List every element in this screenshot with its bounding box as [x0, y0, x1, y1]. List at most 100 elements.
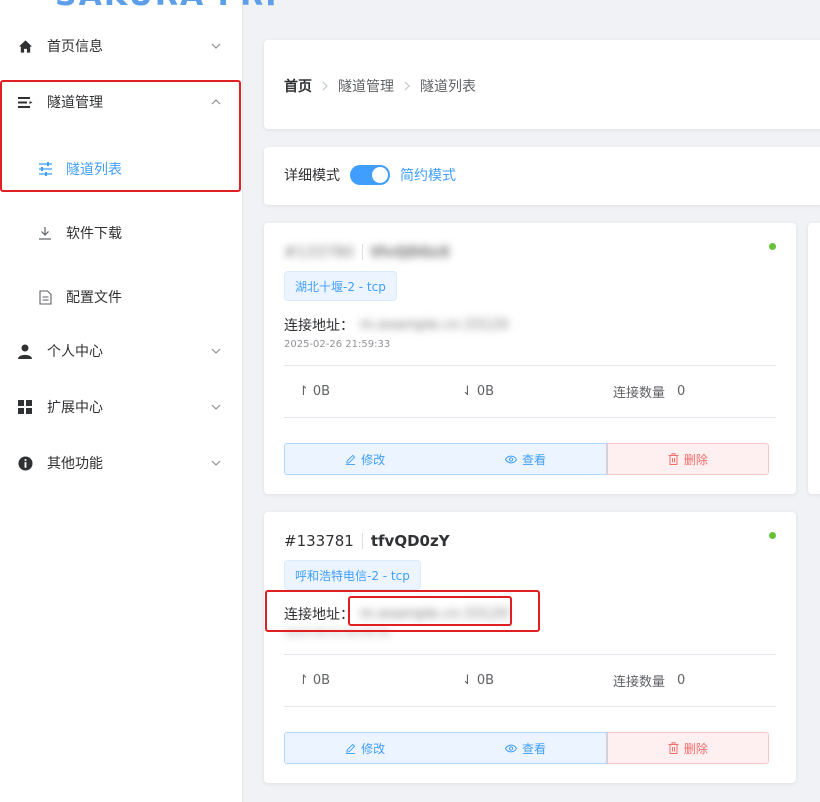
breadcrumb-home[interactable]: 首页 [284, 76, 312, 96]
conn-label: 连接数量 [613, 385, 666, 401]
user-icon [17, 343, 33, 359]
tunnel-header: #133781 tfvQD0zY [284, 532, 450, 550]
edit-icon [345, 454, 356, 465]
chevron-down-icon [210, 401, 222, 413]
connection-count: 连接数量 0 [613, 671, 685, 690]
breadcrumb-tunnel-list: 隧道列表 [420, 79, 476, 95]
created-time: 2025-04-21 00:00:50 [284, 628, 391, 639]
sidebar-item-label: 扩展中心 [47, 400, 103, 416]
delete-label: 删除 [683, 741, 708, 756]
sidebar-item-home[interactable]: 首页信息 [0, 22, 242, 70]
view-label: 查看 [521, 741, 546, 756]
sidebar-item-other[interactable]: 其他功能 [0, 439, 242, 487]
sidebar-subitem-config[interactable]: 配置文件 [0, 272, 242, 322]
download-value: 0B [476, 383, 495, 399]
sidebar-item-label: 个人中心 [47, 344, 103, 360]
download-stat: ⇃ 0B [462, 673, 494, 688]
breadcrumb-tunnels[interactable]: 隧道管理 [338, 76, 394, 96]
view-button[interactable]: 查看 [445, 732, 607, 764]
sidebar-item-extensions[interactable]: 扩展中心 [0, 383, 242, 431]
app-logo: SAKURA FRP [55, 0, 289, 13]
mode-switch[interactable] [350, 165, 390, 185]
divider [284, 706, 776, 707]
tunnel-name: tfvQD0zX [370, 243, 451, 261]
upload-stat: ↾ 0B [298, 384, 330, 399]
chevron-right-icon [322, 81, 328, 91]
breadcrumb: 首页 隧道管理 隧道列表 [284, 76, 476, 96]
tunnel-header: #133780 tfvQD0zX [284, 243, 450, 261]
download-arrow-icon: ⇃ [462, 672, 473, 688]
mode-simple-label: 简约模式 [400, 168, 456, 184]
address-value: m.example.cn:33120 [360, 606, 509, 622]
eye-icon [504, 455, 517, 464]
breadcrumb-card: 首页 隧道管理 隧道列表 [264, 40, 820, 129]
created-time: 2025-02-26 21:59:33 [284, 339, 391, 350]
download-arrow-icon: ⇃ [462, 383, 473, 399]
sliders-icon [37, 161, 53, 177]
conn-value: 0 [677, 383, 686, 399]
chevron-down-icon [210, 457, 222, 469]
tunnel-id: #133780 [284, 243, 354, 261]
divider [284, 417, 776, 418]
conn-label: 连接数量 [613, 674, 666, 690]
node-tag: 湖北十堰-2 - tcp [284, 271, 397, 301]
divider [361, 533, 363, 549]
sidebar: SAKURA FRP 首页信息 隧道管理 隧道列表 软件下载 [0, 0, 287, 802]
tunnel-card-partial [808, 223, 820, 494]
sidebar-item-tunnels[interactable]: 隧道管理 [0, 78, 242, 126]
node-tag: 呼和浩特电信-2 - tcp [284, 560, 421, 590]
sidebar-item-label: 其他功能 [47, 456, 103, 472]
connection-address: 连接地址： m.example.cn:33120 [284, 604, 509, 624]
mode-toggle-bar: 详细模式 简约模式 [284, 165, 456, 185]
upload-stat: ↾ 0B [298, 673, 330, 688]
chevron-up-icon [210, 96, 222, 108]
tunnel-id: #133781 [284, 532, 354, 550]
download-icon [37, 225, 53, 241]
mode-card: 详细模式 简约模式 [264, 147, 820, 205]
delete-button[interactable]: 删除 [606, 732, 769, 764]
delete-button[interactable]: 删除 [606, 443, 769, 475]
tunnel-stats: ↾ 0B ⇃ 0B 连接数量 0 [284, 654, 776, 706]
tunnel-actions: 修改 查看 删除 [284, 443, 769, 475]
tunnel-card: #133781 tfvQD0zY 呼和浩特电信-2 - tcp 连接地址： m.… [264, 512, 796, 783]
divider [361, 244, 363, 260]
view-button[interactable]: 查看 [445, 443, 607, 475]
sidebar-subitem-download[interactable]: 软件下载 [0, 208, 242, 258]
sidebar-subitem-label: 软件下载 [66, 226, 122, 242]
upload-arrow-icon: ↾ [298, 672, 309, 688]
status-dot [769, 532, 776, 539]
edit-label: 修改 [361, 452, 386, 467]
sidebar-subitem-tunnel-list[interactable]: 隧道列表 [0, 144, 242, 194]
sidebar-item-label: 隧道管理 [47, 95, 103, 111]
tunnel-name: tfvQD0zY [370, 532, 450, 550]
download-value: 0B [476, 672, 495, 688]
file-icon [37, 289, 53, 305]
edit-label: 修改 [361, 741, 386, 756]
trash-icon [668, 742, 679, 754]
status-dot [769, 243, 776, 250]
edit-button[interactable]: 修改 [284, 732, 446, 764]
connection-count: 连接数量 0 [613, 382, 685, 401]
upload-value: 0B [312, 672, 331, 688]
tunnel-actions: 修改 查看 删除 [284, 732, 769, 764]
address-label: 连接地址： [284, 607, 354, 623]
view-label: 查看 [521, 452, 546, 467]
upload-arrow-icon: ↾ [298, 383, 309, 399]
edit-icon [345, 743, 356, 754]
tunnel-card: #133780 tfvQD0zX 湖北十堰-2 - tcp 连接地址： m.ex… [264, 223, 796, 494]
tunnel-stats: ↾ 0B ⇃ 0B 连接数量 0 [284, 365, 776, 417]
home-icon [17, 38, 33, 54]
info-icon [17, 455, 33, 471]
grid-icon [17, 399, 33, 415]
trash-icon [668, 453, 679, 465]
sidebar-item-user[interactable]: 个人中心 [0, 327, 242, 375]
sidebar-subitem-label: 隧道列表 [66, 162, 122, 178]
mode-detailed-label: 详细模式 [284, 168, 340, 184]
upload-value: 0B [312, 383, 331, 399]
download-stat: ⇃ 0B [462, 384, 494, 399]
eye-icon [504, 744, 517, 753]
edit-button[interactable]: 修改 [284, 443, 446, 475]
delete-label: 删除 [683, 452, 708, 467]
address-value: m.example.cn:33120 [360, 317, 509, 333]
conn-value: 0 [677, 672, 686, 688]
